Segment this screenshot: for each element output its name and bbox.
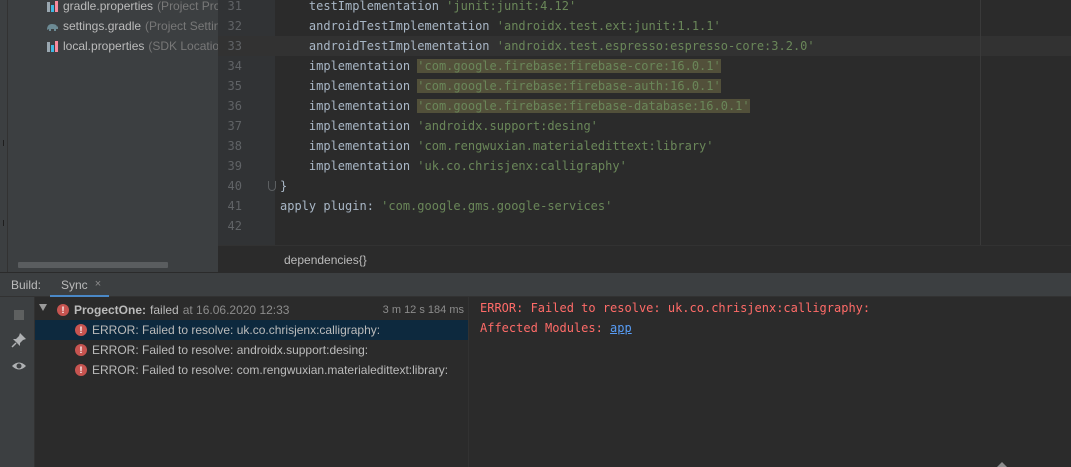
code-line: implementation 'com.google.firebase:fire… (280, 56, 721, 76)
line-number: 41 (227, 199, 242, 213)
module-link[interactable]: app (610, 321, 632, 335)
line-number: 38 (227, 139, 242, 153)
tree-item-label: settings.gradle (63, 19, 142, 33)
build-status: failed (150, 303, 179, 317)
code-string: 'androidx.test.espresso:espresso-core:3.… (496, 39, 815, 53)
code-line: implementation 'com.rengwuxian.materiale… (280, 136, 714, 156)
code-string: 'com.rengwuxian.materialedittext:library… (417, 139, 714, 153)
code-string: 'com.google.gms.google-services' (381, 199, 613, 213)
line-number: 40 (227, 179, 242, 193)
expand-arrow-icon[interactable] (39, 304, 47, 311)
line-number: 36 (227, 99, 242, 113)
left-tool-strip (0, 0, 8, 272)
console-modules-prefix: Affected Modules: (480, 321, 611, 335)
code-keyword: } (280, 179, 288, 193)
code-line: implementation 'uk.co.chrisjenx:calligra… (280, 156, 627, 176)
line-number: 42 (227, 219, 242, 233)
fold-marker-icon[interactable] (268, 181, 276, 191)
code-line: androidTestImplementation 'androidx.test… (280, 36, 815, 56)
code-line: } (280, 176, 287, 196)
pin-icon[interactable] (11, 332, 27, 348)
error-icon: ! (75, 324, 87, 336)
build-label: Build: (11, 278, 42, 292)
build-tool-window-header: Build: Sync × (0, 272, 1071, 298)
code-keyword: testImplementation (280, 0, 447, 13)
tree-item-gradle-properties[interactable]: gradle.properties (Project Pro (46, 0, 218, 16)
error-row[interactable]: ! ERROR: Failed to resolve: com.rengwuxi… (35, 360, 468, 380)
strip-marker (3, 140, 4, 146)
code-keyword: apply plugin: (280, 199, 382, 213)
build-root-row[interactable]: ! ProgectOne: failed at 16.06.2020 12:33… (35, 300, 468, 320)
tree-item-local-properties[interactable]: local.properties (SDK Location (46, 36, 218, 56)
error-icon: ! (57, 304, 69, 316)
code-line: apply plugin: 'com.google.gms.google-ser… (280, 196, 612, 216)
resize-corner-icon[interactable] (997, 462, 1007, 467)
code-keyword: implementation (280, 99, 418, 113)
code-string: 'uk.co.chrisjenx:calligraphy' (417, 159, 627, 173)
error-icon: ! (75, 364, 87, 376)
project-name: ProgectOne: (74, 303, 147, 317)
right-margin-guide (980, 0, 981, 245)
tree-item-settings-gradle[interactable]: settings.gradle (Project Settin (46, 16, 218, 36)
error-icon: ! (75, 344, 87, 356)
console-error-line: ERROR: Failed to resolve: uk.co.chrisjen… (480, 301, 871, 315)
code-string: 'androidx.support:desing' (417, 119, 598, 133)
build-console[interactable]: ERROR: Failed to resolve: uk.co.chrisjen… (469, 297, 1071, 467)
tree-item-desc: (SDK Location (148, 39, 218, 53)
eye-icon[interactable] (11, 358, 27, 374)
code-keyword: implementation (280, 119, 418, 133)
error-text: ERROR: Failed to resolve: com.rengwuxian… (92, 363, 449, 377)
tab-sync[interactable]: Sync × (50, 273, 110, 298)
line-number: 34 (227, 59, 242, 73)
tree-item-desc: (Project Settin (145, 19, 218, 33)
close-icon[interactable]: × (95, 278, 101, 295)
error-text: ERROR: Failed to resolve: androidx.suppo… (92, 343, 369, 357)
error-text: ERROR: Failed to resolve: uk.co.chrisjen… (92, 323, 381, 337)
code-line: androidTestImplementation 'androidx.test… (280, 16, 721, 36)
line-number: 35 (227, 79, 242, 93)
horizontal-scrollbar[interactable] (18, 262, 168, 268)
code-string: 'junit:junit:4.12' (446, 0, 577, 13)
strip-marker (3, 220, 4, 226)
line-number: 32 (227, 19, 242, 33)
console-modules-line: Affected Modules: app (480, 318, 632, 338)
gradle-properties-icon (46, 0, 59, 13)
breadcrumb[interactable]: dependencies{} (284, 253, 367, 267)
build-duration: 3 m 12 s 184 ms (382, 304, 464, 316)
code-keyword: androidTestImplementation (280, 19, 497, 33)
code-keyword: implementation (280, 159, 418, 173)
build-tree: ! ProgectOne: failed at 16.06.2020 12:33… (35, 297, 468, 467)
tab-label: Sync (61, 278, 88, 292)
code-string: 'androidx.test.ext:junit:1.1.1' (496, 19, 721, 33)
code-string-highlighted: 'com.google.firebase:firebase-auth:16.0.… (417, 79, 721, 93)
code-line: implementation 'com.google.firebase:fire… (280, 76, 721, 96)
build-time: at 16.06.2020 12:33 (182, 303, 290, 317)
code-string-highlighted: 'com.google.firebase:firebase-database:1… (417, 99, 750, 113)
code-keyword: implementation (280, 139, 418, 153)
properties-icon (46, 40, 59, 53)
code-line: implementation 'androidx.support:desing' (280, 116, 598, 136)
tree-item-label: gradle.properties (63, 0, 154, 13)
error-row[interactable]: ! ERROR: Failed to resolve: androidx.sup… (35, 340, 468, 360)
project-tree: gradle.properties (Project Pro settings.… (8, 0, 218, 272)
code-keyword: implementation (280, 59, 418, 73)
code-keyword: androidTestImplementation (280, 39, 497, 53)
gradle-elephant-icon (46, 20, 59, 33)
line-number: 37 (227, 119, 242, 133)
build-toolbar (0, 297, 35, 467)
code-keyword: implementation (280, 79, 418, 93)
error-row[interactable]: ! ERROR: Failed to resolve: uk.co.chrisj… (35, 320, 468, 340)
tree-item-desc: (Project Pro (157, 0, 218, 13)
breadcrumb-bar: dependencies{} (218, 245, 1071, 272)
code-line: implementation 'com.google.firebase:fire… (280, 96, 750, 116)
line-number: 31 (227, 0, 242, 13)
tree-item-label: local.properties (63, 39, 145, 53)
line-number: 39 (227, 159, 242, 173)
stop-icon[interactable] (11, 307, 27, 323)
line-number: 33 (227, 39, 242, 53)
code-line: testImplementation 'junit:junit:4.12' (280, 0, 576, 16)
code-string-highlighted: 'com.google.firebase:firebase-core:16.0.… (417, 59, 721, 73)
